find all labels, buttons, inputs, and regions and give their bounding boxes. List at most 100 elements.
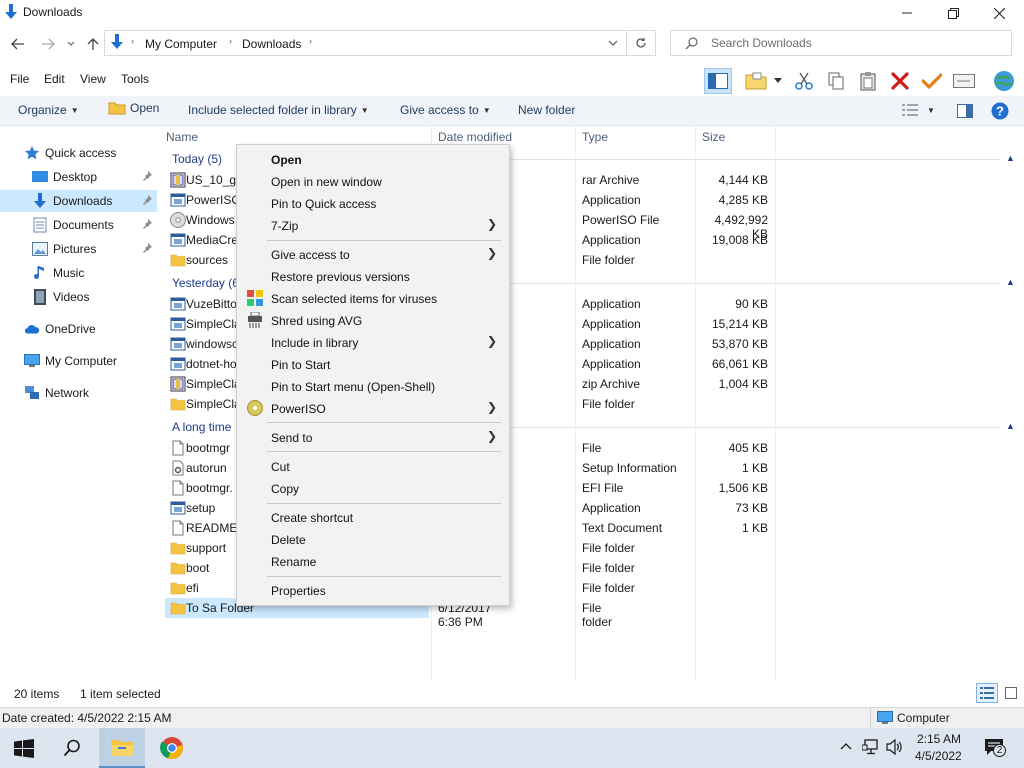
search-icon[interactable] (63, 739, 81, 757)
menu-separator (267, 422, 501, 423)
globe-icon[interactable] (990, 68, 1018, 94)
delete-icon[interactable] (886, 68, 914, 94)
context-open[interactable]: Open (271, 153, 302, 167)
include-in-library-button[interactable]: Include selected folder in library ▼ (188, 103, 369, 117)
group-header[interactable]: Today (5) (172, 152, 222, 166)
chrome-icon[interactable] (160, 736, 184, 760)
file-size: 15,214 KB (711, 317, 768, 331)
context-properties[interactable]: Properties (271, 584, 326, 598)
nav-my-computer[interactable]: My Computer (0, 350, 157, 372)
network-status-icon[interactable] (862, 739, 880, 755)
pictures-icon (32, 241, 48, 257)
menu-view[interactable]: View (80, 72, 106, 86)
rename-icon[interactable] (950, 68, 978, 94)
group-collapse-chevron-icon[interactable]: ▲ (1006, 277, 1015, 287)
forward-button[interactable] (38, 34, 58, 54)
address-bar[interactable]: › My Computer › Downloads › (104, 30, 627, 56)
details-view-icon[interactable] (976, 683, 998, 703)
context-scan-viruses[interactable]: Scan selected items for viruses (271, 292, 437, 306)
file-type: File folder (582, 253, 635, 267)
context-rename[interactable]: Rename (271, 555, 316, 569)
context-pin-start[interactable]: Pin to Start (271, 358, 330, 372)
menu-tools[interactable]: Tools (121, 72, 149, 86)
group-header[interactable]: A long time (172, 420, 231, 434)
group-collapse-chevron-icon[interactable]: ▲ (1006, 153, 1015, 163)
nav-downloads[interactable]: Downloads (0, 190, 157, 212)
column-header-size[interactable]: Size (702, 130, 725, 144)
context-delete[interactable]: Delete (271, 533, 306, 547)
context-create-shortcut[interactable]: Create shortcut (271, 511, 353, 525)
nav-label: Desktop (53, 170, 98, 184)
up-button[interactable] (84, 34, 102, 54)
preview-pane-toggle-icon[interactable] (704, 68, 732, 94)
copy-icon[interactable] (822, 68, 850, 94)
notifications-button[interactable]: 2 (984, 738, 1006, 758)
context-pin-start-menu[interactable]: Pin to Start menu (Open-Shell) (271, 380, 435, 394)
folder-options-chevron-icon[interactable] (774, 78, 782, 84)
clock-time[interactable]: 2:15 AM (917, 732, 961, 746)
folder-options-icon[interactable] (742, 68, 770, 94)
column-header-type[interactable]: Type (582, 130, 608, 144)
address-dropdown-chevron-icon[interactable] (608, 40, 618, 46)
show-hidden-icons-chevron-icon[interactable] (840, 742, 852, 750)
nav-music[interactable]: Music (0, 262, 157, 284)
nav-documents[interactable]: Documents (0, 214, 157, 236)
file-explorer-taskbar-icon[interactable] (99, 728, 145, 768)
view-options-icon[interactable] (902, 104, 918, 116)
column-header-date[interactable]: Date modified (438, 130, 512, 144)
context-7zip[interactable]: 7-Zip (271, 219, 298, 233)
context-restore-versions[interactable]: Restore previous versions (271, 270, 410, 284)
cut-icon[interactable] (790, 68, 818, 94)
paste-icon[interactable] (854, 68, 882, 94)
context-poweriso[interactable]: PowerISO (271, 402, 326, 416)
date-created: Date created: 4/5/2022 2:15 AM (2, 711, 172, 725)
nav-onedrive[interactable]: OneDrive (0, 318, 157, 340)
context-send-to[interactable]: Send to (271, 431, 312, 445)
context-give-access[interactable]: Give access to (271, 248, 350, 262)
clock-date[interactable]: 4/5/2022 (915, 749, 962, 763)
file-name: SimpleCla (186, 397, 241, 411)
context-cut[interactable]: Cut (271, 460, 290, 474)
submenu-chevron-icon: ❯ (486, 246, 497, 260)
windows-start-icon[interactable] (14, 739, 34, 758)
group-collapse-chevron-icon[interactable]: ▲ (1006, 421, 1015, 431)
nav-pictures[interactable]: Pictures (0, 238, 157, 260)
search-input[interactable] (709, 35, 999, 51)
search-box[interactable] (670, 30, 1012, 56)
nav-network[interactable]: Network (0, 382, 157, 404)
nav-desktop[interactable]: Desktop (0, 166, 157, 188)
file-type: File folder (582, 397, 635, 411)
organize-button[interactable]: Organize ▼ (18, 103, 79, 117)
breadcrumb-downloads[interactable]: Downloads (242, 37, 301, 51)
group-header[interactable]: Yesterday (6 (172, 276, 239, 290)
folder-icon (170, 560, 186, 576)
refresh-button[interactable] (627, 30, 656, 56)
recent-locations-chevron-icon[interactable] (64, 34, 78, 54)
menu-file[interactable]: File (10, 72, 29, 86)
help-icon[interactable]: ? (991, 102, 1009, 120)
large-icons-view-icon[interactable] (1003, 685, 1019, 701)
minimize-button[interactable] (884, 0, 930, 26)
back-button[interactable] (8, 34, 28, 54)
context-copy[interactable]: Copy (271, 482, 299, 496)
context-open-new-window[interactable]: Open in new window (271, 175, 382, 189)
breadcrumb-my-computer[interactable]: My Computer (145, 37, 217, 51)
nav-quick-access[interactable]: Quick access (0, 142, 157, 164)
checkmark-icon[interactable] (918, 68, 946, 94)
new-folder-button[interactable]: New folder (518, 103, 575, 117)
column-header-name[interactable]: Name (166, 130, 198, 144)
app-icon (170, 296, 186, 312)
nav-videos[interactable]: Videos (0, 286, 157, 308)
give-access-button[interactable]: Give access to ▼ (400, 103, 491, 117)
volume-icon[interactable] (886, 739, 904, 755)
menu-edit[interactable]: Edit (44, 72, 65, 86)
context-shred-avg[interactable]: Shred using AVG (271, 314, 362, 328)
open-button[interactable]: Open (108, 101, 159, 115)
close-button[interactable] (976, 0, 1022, 26)
maximize-button[interactable] (930, 0, 976, 26)
view-options-chevron-icon[interactable]: ▼ (927, 106, 935, 115)
app-icon (170, 356, 186, 372)
preview-pane-icon[interactable] (957, 104, 973, 118)
context-pin-quick-access[interactable]: Pin to Quick access (271, 197, 376, 211)
context-include-library[interactable]: Include in library (271, 336, 358, 350)
